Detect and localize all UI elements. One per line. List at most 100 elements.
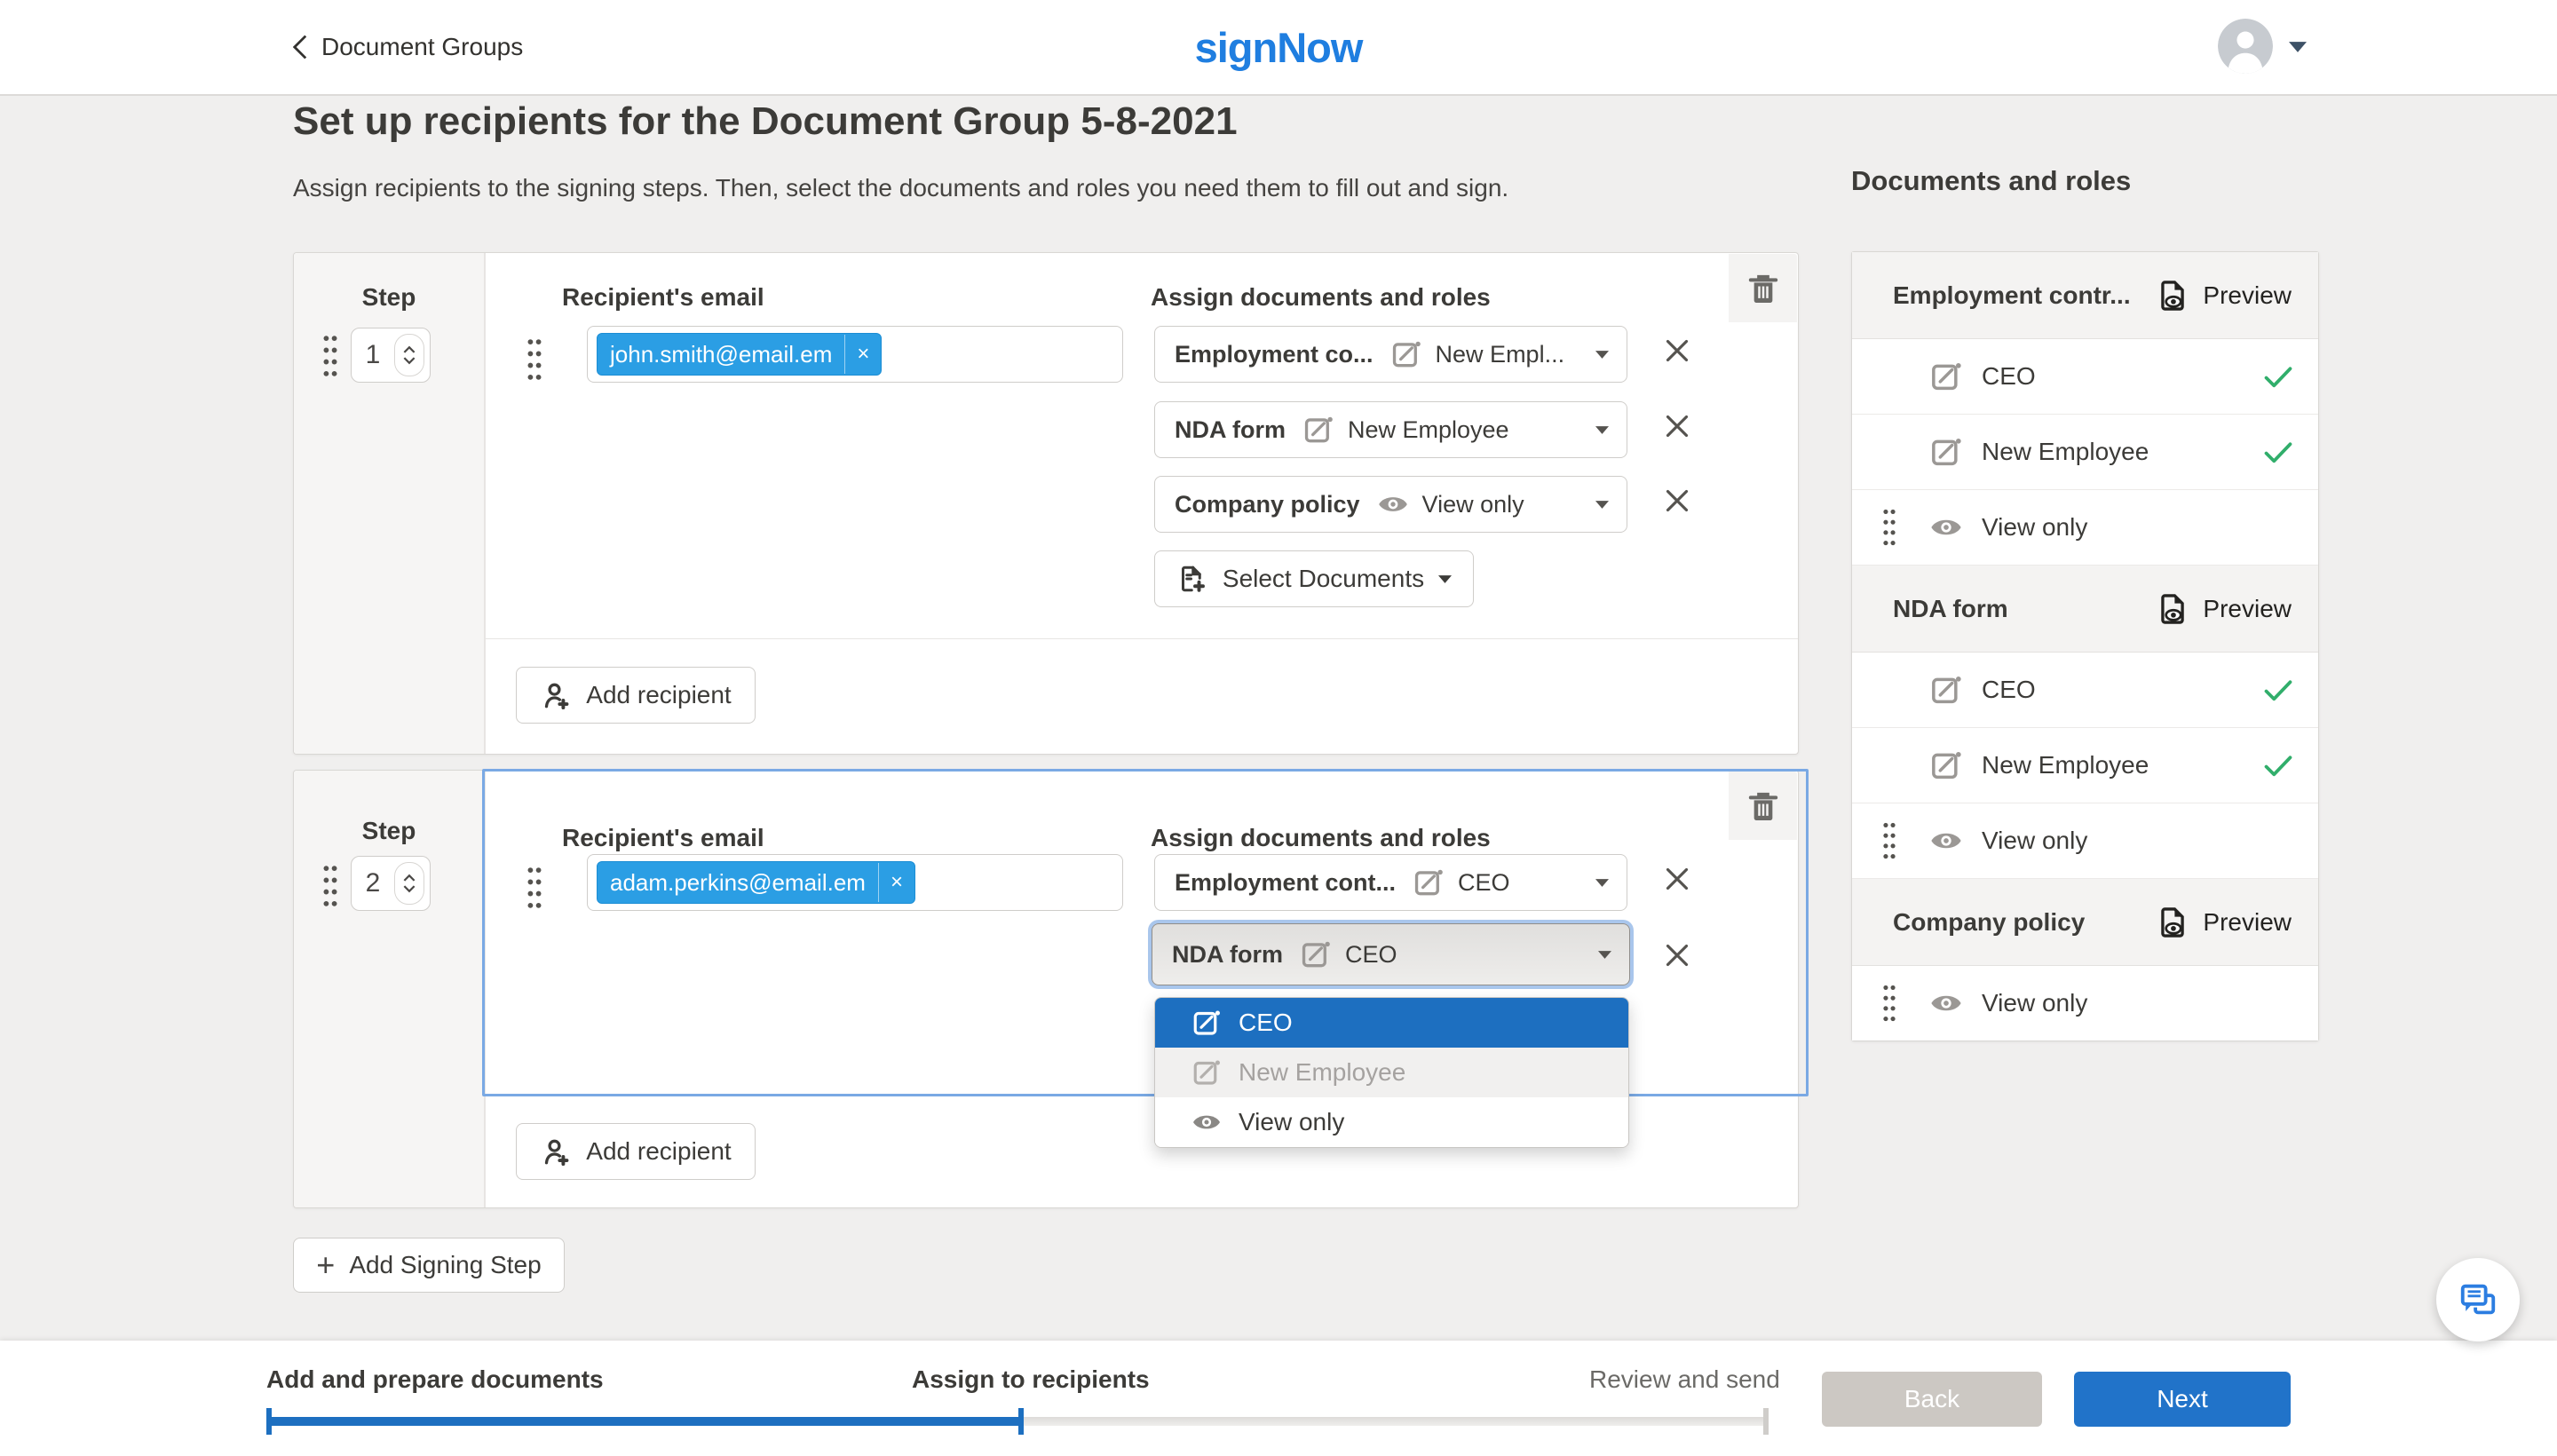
add-recipient-label: Add recipient [586,1137,731,1166]
role-option-new-employee[interactable]: New Employee [1155,1048,1628,1097]
step-2-stepper-arrows[interactable] [394,862,424,905]
doc-name: Employment cont... [1175,869,1396,897]
sidebar-role-row: View only [1852,966,2318,1041]
remove-doc-company-policy-button[interactable] [1661,485,1697,520]
recipient-1-email-input[interactable]: john.smith@email.em × [587,326,1123,383]
signing-step-1-panel: Step 1 Recipient's email Assign document… [293,252,1799,755]
select-documents-label: Select Documents [1223,565,1424,593]
caret-down-icon [1438,575,1452,583]
recipient-email-label: Recipient's email [562,283,764,312]
doc-role-select-nda[interactable]: NDA form New Employee [1154,401,1627,458]
avatar[interactable] [2218,19,2273,74]
add-recipient-label: Add recipient [586,681,731,709]
plus-icon: + [316,1249,335,1281]
sidebar-role-label: CEO [1982,362,2036,391]
edit-role-icon [1928,748,1964,783]
doc-role-select-employment[interactable]: Employment co... New Empl... [1154,326,1627,383]
role-name: New Employee [1348,416,1509,444]
sidebar-doc-name: Company policy [1852,908,2156,937]
caret-down-icon [1595,501,1609,509]
caret-down-icon [1595,351,1609,359]
step-2-drag-handle-icon[interactable] [321,863,340,909]
wizard-footer: Add and prepare documents Assign to reci… [0,1341,2557,1456]
sidebar-role-label: New Employee [1982,751,2149,779]
sidebar-role-row: New Employee [1852,728,2318,803]
role-option-label: CEO [1239,1009,1293,1037]
step-2-number-stepper[interactable]: 2 [351,856,431,911]
preview-doc-icon [2156,906,2189,939]
recipient-2-email-chip[interactable]: adam.perkins@email.em × [597,861,915,904]
sidebar-role-label: View only [1982,513,2087,542]
chat-support-button[interactable] [2436,1258,2520,1341]
add-signing-step-button[interactable]: + Add Signing Step [293,1238,565,1293]
recipient-2-email-input[interactable]: adam.perkins@email.em × [587,854,1123,911]
remove-doc-employment-button[interactable] [1661,335,1697,370]
recipient-2-drag-handle-icon[interactable] [525,865,544,911]
role-option-ceo[interactable]: CEO [1155,998,1628,1048]
sidebar-role-row: View only [1852,803,2318,879]
stage-assign-to-recipients: Assign to recipients [912,1365,1150,1394]
edit-role-icon [1928,672,1964,708]
preview-label: Preview [2203,908,2292,937]
doc-role-select-company-policy[interactable]: Company policy View only [1154,476,1627,533]
edit-role-icon [1389,337,1423,371]
view-only-icon [1376,487,1410,521]
delete-step-1-button[interactable] [1729,254,1797,322]
step-label: Step [294,283,484,312]
caret-down-icon [1595,426,1609,434]
role-name: CEO [1345,941,1397,969]
preview-employment-button[interactable]: Preview [2156,279,2318,313]
step-1-number-stepper[interactable]: 1 [351,328,431,383]
step-1-stepper-arrows[interactable] [394,334,424,376]
assign-documents-label: Assign documents and roles [1151,283,1491,312]
drag-handle-icon[interactable] [1880,507,1898,548]
doc-name: Employment co... [1175,341,1373,368]
sidebar-doc-header-nda: NDA form Preview [1852,566,2318,653]
step-1-drag-handle-icon[interactable] [321,333,340,379]
edit-role-icon [1928,359,1964,394]
trash-icon [1746,271,1781,306]
role-name: View only [1422,491,1524,518]
role-name: CEO [1458,869,1510,897]
recipient-1-drag-handle-icon[interactable] [525,336,544,383]
caret-down-icon [1595,879,1609,887]
doc-name: NDA form [1175,416,1286,444]
check-icon [2261,435,2295,469]
account-menu-caret-icon[interactable] [2289,42,2307,52]
sidebar-role-label: CEO [1982,676,2036,704]
preview-company-policy-button[interactable]: Preview [2156,906,2318,939]
sidebar-role-row: CEO [1852,653,2318,728]
drag-handle-icon[interactable] [1880,820,1898,861]
signing-step-2-panel: Step 2 Recipient's email Assign document… [293,770,1799,1208]
chip-remove-icon[interactable]: × [879,870,914,895]
doc-role-select-employment-2[interactable]: Employment cont... CEO [1154,854,1627,911]
add-recipient-step-1-button[interactable]: Add recipient [516,667,756,724]
progress-bar-complete [266,1417,1021,1426]
remove-doc-employment-2-button[interactable] [1661,863,1697,898]
add-recipient-step-2-button[interactable]: Add recipient [516,1123,756,1180]
remove-doc-nda-2-button[interactable] [1661,939,1697,975]
delete-step-2-button[interactable] [1729,772,1797,840]
recipient-1-email-chip[interactable]: john.smith@email.em × [597,333,882,376]
doc-role-select-nda-2-open[interactable]: NDA form CEO [1152,923,1630,985]
back-button[interactable]: Back [1822,1372,2042,1427]
remove-doc-nda-button[interactable] [1661,410,1697,446]
drag-handle-icon[interactable] [1880,983,1898,1024]
edit-role-icon [1191,1056,1223,1088]
preview-doc-icon [2156,279,2189,313]
preview-label: Preview [2203,281,2292,310]
chat-bubbles-icon [2458,1279,2498,1320]
next-button[interactable]: Next [2074,1372,2291,1427]
chip-remove-icon[interactable]: × [845,342,881,367]
role-option-view-only[interactable]: View only [1155,1097,1628,1147]
doc-name: Company policy [1175,491,1360,518]
step-2-column: Step 2 [294,771,486,1207]
select-documents-button[interactable]: Select Documents [1154,550,1474,607]
assign-documents-label: Assign documents and roles [1151,824,1491,852]
check-icon [2261,748,2295,782]
role-option-label: New Employee [1239,1058,1405,1087]
stage-review-and-send: Review and send [1589,1365,1780,1394]
progress-tick-end [1763,1408,1769,1435]
preview-nda-button[interactable]: Preview [2156,592,2318,626]
edit-role-icon [1412,866,1445,899]
